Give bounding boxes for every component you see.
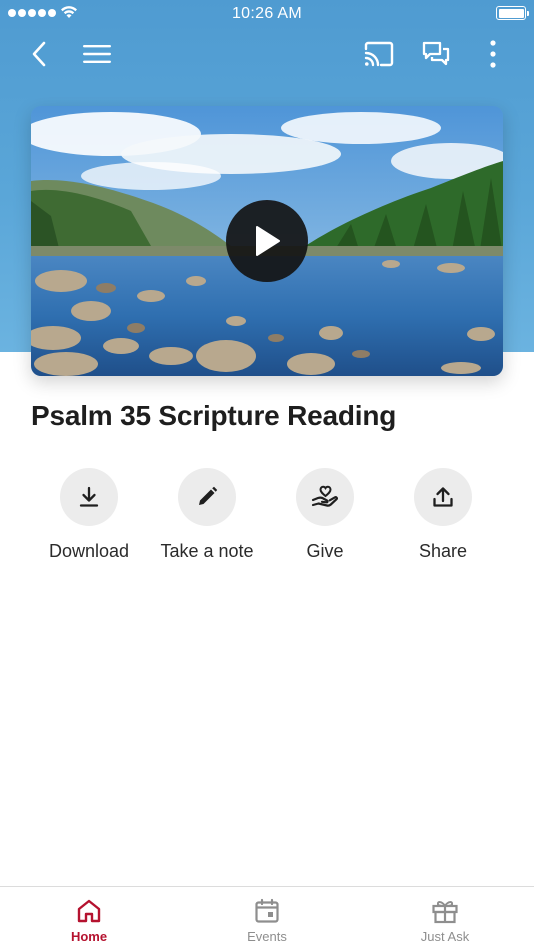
tab-events-label: Events — [247, 929, 287, 944]
chevron-left-icon — [32, 41, 46, 67]
home-icon — [77, 899, 101, 923]
more-vertical-icon — [490, 40, 496, 68]
more-options-button[interactable] — [475, 36, 511, 72]
calendar-icon — [255, 898, 279, 923]
tab-just-ask-label: Just Ask — [420, 929, 470, 944]
share-icon — [433, 487, 453, 507]
tab-home-label: Home — [70, 929, 108, 944]
play-button[interactable] — [226, 200, 308, 282]
give-label: Give — [306, 541, 344, 561]
take-a-note-button-circle[interactable] — [178, 468, 236, 526]
cast-button[interactable] — [361, 36, 397, 72]
give-button-circle[interactable] — [296, 468, 354, 526]
status-time: 10:26 AM — [231, 5, 302, 22]
download-button-circle[interactable] — [60, 468, 118, 526]
tab-events[interactable]: Events — [178, 887, 356, 950]
give-button[interactable]: Give — [266, 468, 384, 562]
status-bar: 10:26 AM — [0, 0, 534, 28]
gift-icon — [432, 901, 458, 924]
back-button[interactable] — [21, 36, 57, 72]
pencil-icon — [199, 486, 218, 505]
play-icon — [256, 226, 280, 256]
download-label: Download — [48, 541, 130, 561]
chat-button[interactable] — [418, 36, 454, 72]
download-button[interactable]: Download — [30, 468, 148, 562]
battery-level — [498, 8, 524, 18]
share-button-circle[interactable] — [414, 468, 472, 526]
bottom-tab-bar: Home Events Just Ask — [0, 886, 534, 950]
hamburger-menu-icon — [83, 45, 111, 63]
tab-just-ask[interactable]: Just Ask — [356, 887, 534, 950]
menu-button[interactable] — [79, 36, 115, 72]
download-icon — [79, 486, 99, 507]
video-player[interactable] — [31, 106, 503, 376]
action-row: Download Take a note Give Share — [30, 468, 504, 562]
share-label: Share — [418, 541, 468, 561]
battery-icon — [496, 6, 529, 20]
tab-home[interactable]: Home — [0, 887, 178, 950]
share-button[interactable]: Share — [384, 468, 502, 562]
cast-icon — [364, 41, 394, 67]
page-title: Psalm 35 Scripture Reading — [31, 400, 397, 431]
hand-heart-icon — [311, 485, 338, 507]
take-a-note-label: Take a note — [160, 541, 254, 561]
chat-bubbles-icon — [422, 41, 450, 66]
take-a-note-button[interactable]: Take a note — [148, 468, 266, 562]
